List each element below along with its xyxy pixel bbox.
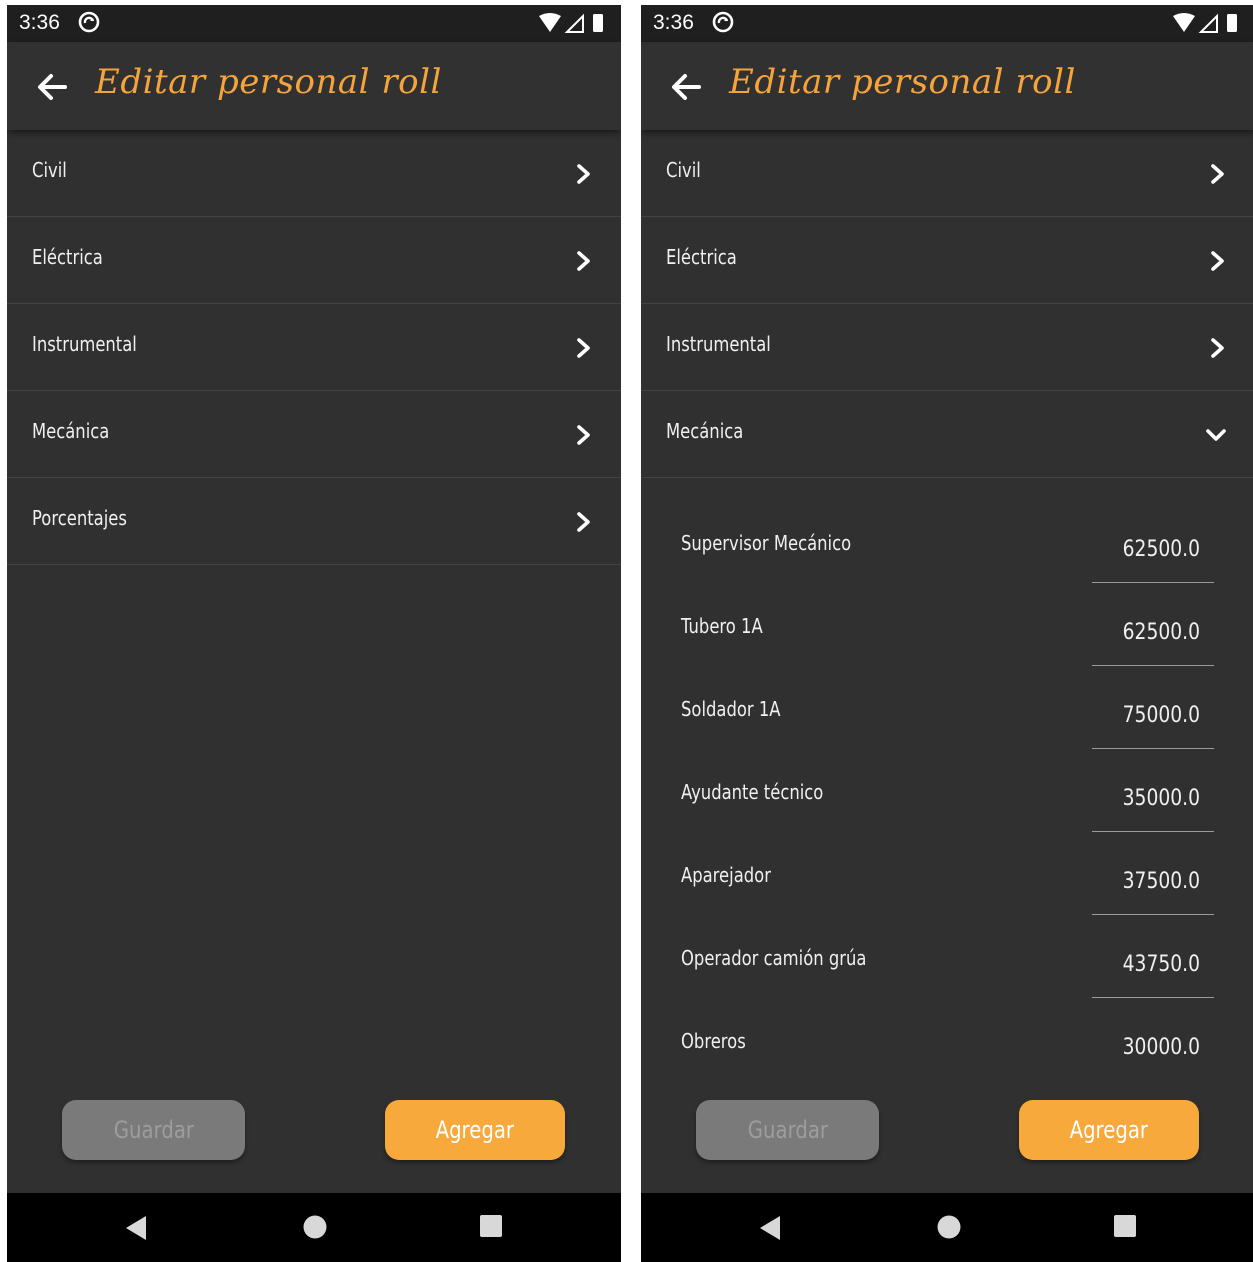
salary-value: 30000.0 bbox=[1122, 1035, 1200, 1060]
add-button[interactable]: Agregar bbox=[385, 1100, 565, 1160]
save-button[interactable]: Guardar bbox=[62, 1100, 245, 1160]
chevron-right-icon bbox=[577, 512, 590, 532]
category-label: Civil bbox=[32, 158, 67, 182]
chevron-right-icon bbox=[577, 425, 590, 445]
screen-expanded: 3:36 Editar personal roll Civil Eléctric… bbox=[641, 5, 1253, 1262]
chevron-down-icon bbox=[1206, 429, 1226, 441]
salary-input[interactable]: 62500.0 bbox=[1092, 612, 1214, 666]
add-button-label: Agregar bbox=[435, 1116, 515, 1144]
category-label: Mecánica bbox=[32, 419, 110, 443]
wifi-icon bbox=[1173, 13, 1195, 32]
salary-input[interactable]: 35000.0 bbox=[1092, 778, 1214, 832]
chevron-right-icon bbox=[577, 251, 590, 271]
category-instrumental[interactable]: Instrumental bbox=[7, 304, 621, 391]
salary-input[interactable]: 30000.0 bbox=[1092, 1027, 1214, 1081]
sync-icon bbox=[712, 11, 734, 33]
nav-back-icon[interactable] bbox=[759, 1215, 781, 1241]
role-name: Operador camión grúa bbox=[681, 946, 867, 970]
category-list: Civil Eléctrica Instrumental Mecánica Po… bbox=[7, 130, 621, 565]
nav-home-icon[interactable] bbox=[937, 1215, 961, 1239]
chevron-right-icon bbox=[577, 338, 590, 358]
add-button-label: Agregar bbox=[1069, 1116, 1149, 1144]
nav-recents-icon[interactable] bbox=[1114, 1215, 1136, 1237]
role-name: Aparejador bbox=[681, 863, 771, 887]
category-list: Civil Eléctrica Instrumental Mecánica bbox=[641, 130, 1253, 478]
category-civil[interactable]: Civil bbox=[641, 130, 1253, 217]
chevron-right-icon bbox=[577, 164, 590, 184]
status-time: 3:36 bbox=[653, 11, 694, 34]
salary-input[interactable]: 43750.0 bbox=[1092, 944, 1214, 998]
list-item: Obreros 30000.0 bbox=[641, 1013, 1253, 1096]
chevron-right-icon bbox=[1211, 338, 1224, 358]
category-label: Civil bbox=[666, 158, 701, 182]
status-bar: 3:36 bbox=[641, 5, 1253, 42]
list-item: Soldador 1A 75000.0 bbox=[641, 681, 1253, 764]
navigation-bar bbox=[7, 1193, 621, 1262]
screen-collapsed: 3:36 Editar personal roll Civil Eléctric… bbox=[7, 5, 621, 1262]
category-label: Porcentajes bbox=[32, 506, 127, 530]
save-button[interactable]: Guardar bbox=[696, 1100, 879, 1160]
category-label: Eléctrica bbox=[32, 245, 103, 269]
salary-value: 35000.0 bbox=[1122, 786, 1200, 811]
salary-value: 37500.0 bbox=[1122, 869, 1200, 894]
status-bar: 3:36 bbox=[7, 5, 621, 42]
wifi-icon bbox=[539, 13, 561, 32]
nav-recents-icon[interactable] bbox=[480, 1215, 502, 1237]
app-bar: Editar personal roll bbox=[641, 42, 1253, 130]
back-arrow-icon[interactable] bbox=[669, 70, 703, 104]
page-title: Editar personal roll bbox=[95, 62, 442, 102]
list-item: Tubero 1A 62500.0 bbox=[641, 598, 1253, 681]
list-item: Operador camión grúa 43750.0 bbox=[641, 930, 1253, 1013]
role-name: Ayudante técnico bbox=[681, 780, 824, 804]
category-mecanica[interactable]: Mecánica bbox=[641, 391, 1253, 478]
back-arrow-icon[interactable] bbox=[35, 70, 69, 104]
salary-value: 62500.0 bbox=[1122, 620, 1200, 645]
salary-value: 43750.0 bbox=[1122, 952, 1200, 977]
category-porcentajes[interactable]: Porcentajes bbox=[7, 478, 621, 565]
nav-back-icon[interactable] bbox=[125, 1215, 147, 1241]
sync-icon bbox=[78, 11, 100, 33]
role-name: Soldador 1A bbox=[681, 697, 781, 721]
category-electrica[interactable]: Eléctrica bbox=[7, 217, 621, 304]
list-item: Ayudante técnico 35000.0 bbox=[641, 764, 1253, 847]
category-civil[interactable]: Civil bbox=[7, 130, 621, 217]
category-mecanica[interactable]: Mecánica bbox=[7, 391, 621, 478]
category-label: Instrumental bbox=[666, 332, 771, 356]
salary-value: 75000.0 bbox=[1122, 703, 1200, 728]
category-label: Eléctrica bbox=[666, 245, 737, 269]
role-name: Supervisor Mecánico bbox=[681, 531, 852, 555]
salary-input[interactable]: 62500.0 bbox=[1092, 529, 1214, 583]
battery-icon bbox=[593, 14, 603, 32]
chevron-right-icon bbox=[1211, 251, 1224, 271]
salary-input[interactable]: 75000.0 bbox=[1092, 695, 1214, 749]
save-button-label: Guardar bbox=[113, 1116, 194, 1144]
signal-icon bbox=[1198, 13, 1218, 33]
battery-icon bbox=[1227, 14, 1237, 32]
status-time: 3:36 bbox=[19, 11, 60, 34]
category-instrumental[interactable]: Instrumental bbox=[641, 304, 1253, 391]
signal-icon bbox=[564, 13, 584, 33]
save-button-label: Guardar bbox=[747, 1116, 828, 1144]
list-item: Supervisor Mecánico 62500.0 bbox=[641, 515, 1253, 598]
chevron-right-icon bbox=[1211, 164, 1224, 184]
system-status-icons bbox=[1173, 13, 1237, 33]
system-status-icons bbox=[539, 13, 603, 33]
role-name: Obreros bbox=[681, 1029, 746, 1053]
category-label: Mecánica bbox=[666, 419, 744, 443]
navigation-bar bbox=[641, 1193, 1253, 1262]
list-item: Aparejador 37500.0 bbox=[641, 847, 1253, 930]
page-title: Editar personal roll bbox=[729, 62, 1076, 102]
role-name: Tubero 1A bbox=[681, 614, 763, 638]
salary-input[interactable]: 37500.0 bbox=[1092, 861, 1214, 915]
category-label: Instrumental bbox=[32, 332, 137, 356]
app-bar: Editar personal roll bbox=[7, 42, 621, 130]
category-electrica[interactable]: Eléctrica bbox=[641, 217, 1253, 304]
salary-value: 62500.0 bbox=[1122, 537, 1200, 562]
nav-home-icon[interactable] bbox=[303, 1215, 327, 1239]
add-button[interactable]: Agregar bbox=[1019, 1100, 1199, 1160]
